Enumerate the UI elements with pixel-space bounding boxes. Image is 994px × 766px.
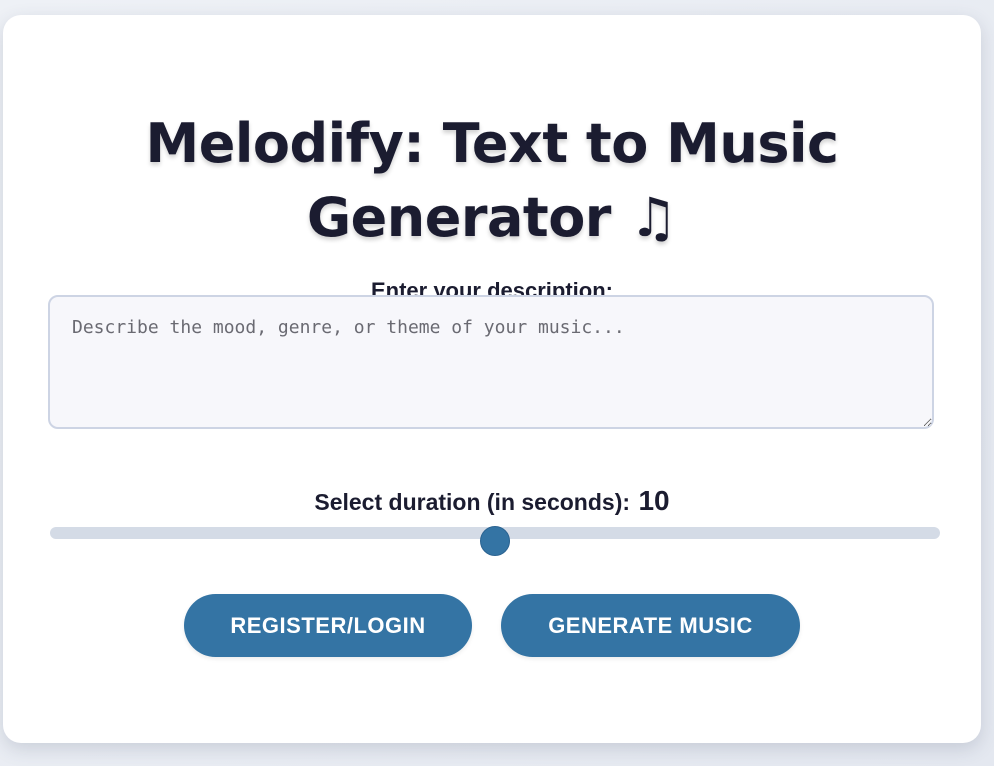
page-title: Melodify: Text to Music Generator ♫ [3,107,981,255]
description-input[interactable] [48,295,934,429]
register-login-button[interactable]: REGISTER/LOGIN [184,594,472,657]
music-note-icon: ♫ [629,186,678,249]
duration-value: 10 [638,485,670,516]
duration-row: Select duration (in seconds): 10 [3,485,981,517]
generate-music-button[interactable]: GENERATE MUSIC [501,594,800,657]
duration-label: Select duration (in seconds): [314,489,631,515]
duration-slider-thumb[interactable] [480,526,510,556]
main-card: Melodify: Text to Music Generator ♫ Ente… [3,15,981,743]
page-title-text: Melodify: Text to Music Generator [145,112,839,249]
